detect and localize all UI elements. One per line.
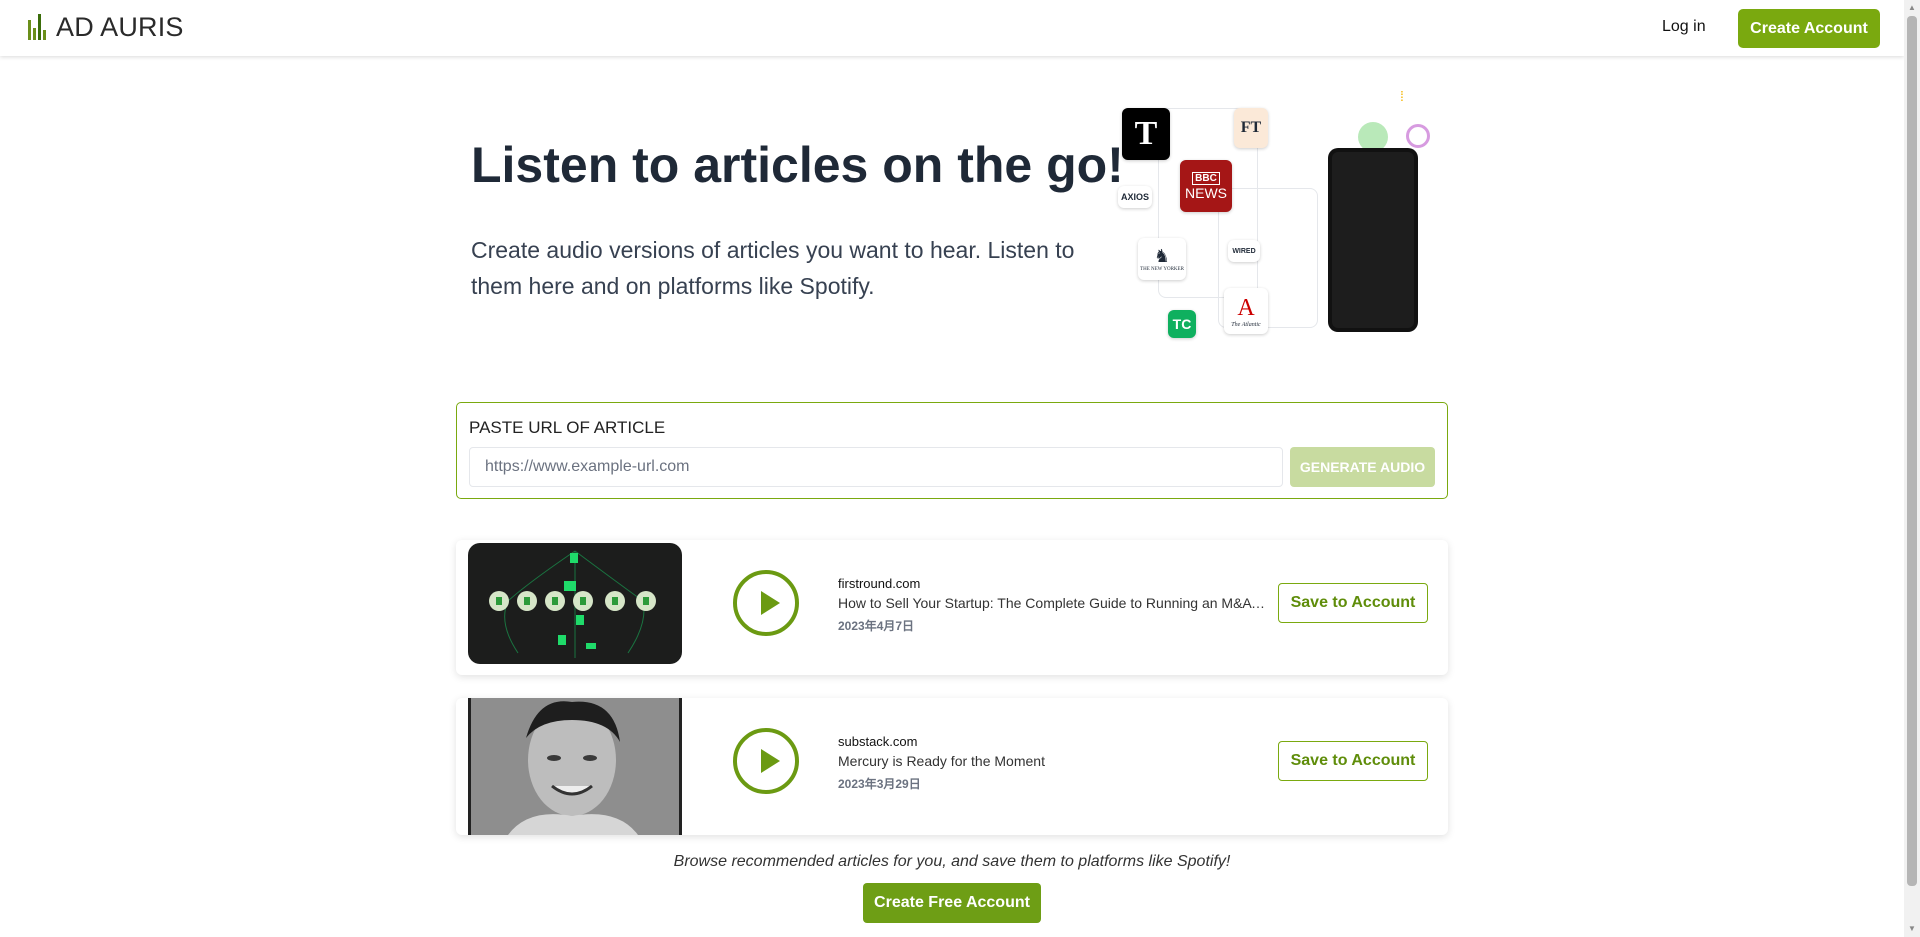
scroll-up-icon[interactable]: ▲	[1907, 3, 1917, 13]
create-free-account-button[interactable]: Create Free Account	[863, 883, 1041, 923]
hero-title: Listen to articles on the go!	[471, 137, 1124, 193]
url-label: PASTE URL OF ARTICLE	[469, 418, 666, 437]
scrollbar-thumb[interactable]	[1907, 16, 1917, 886]
brand-logo[interactable]: AD AURIS	[28, 12, 184, 42]
browse-text: Browse recommended articles for you, and…	[673, 853, 1231, 870]
article-card: substack.com Mercury is Ready for the Mo…	[456, 698, 1448, 835]
url-form: PASTE URL OF ARTICLE GENERATE AUDIO	[456, 402, 1448, 499]
publishers-illustration: T FT AXIOS BBC NEWS ♞ THE NEW YORKER WIRE…	[1118, 88, 1438, 358]
axios-logo-icon: AXIOS	[1118, 186, 1152, 208]
article-source: firstround.com	[838, 576, 921, 591]
atlantic-logo-icon: A The Atlantic	[1224, 288, 1268, 334]
nyt-logo-icon: T	[1122, 108, 1170, 160]
wired-logo-icon: WIRED	[1228, 240, 1260, 262]
url-input[interactable]	[469, 447, 1283, 487]
new-yorker-logo-icon: ♞ THE NEW YORKER	[1138, 238, 1186, 280]
brand-name: AD AURIS	[56, 11, 184, 42]
play-icon[interactable]	[733, 570, 799, 636]
save-to-account-button[interactable]: Save to Account	[1278, 583, 1428, 623]
bbc-news-logo-icon: BBC NEWS	[1180, 160, 1232, 212]
article-date: 2023年4月7日	[838, 619, 915, 633]
save-to-account-button[interactable]: Save to Account	[1278, 741, 1428, 781]
phone-mockup	[1328, 148, 1418, 332]
ft-logo-icon: FT	[1234, 108, 1268, 148]
create-account-button[interactable]: Create Account	[1738, 9, 1880, 48]
scroll-down-icon[interactable]: ▼	[1907, 924, 1917, 934]
google-podcasts-icon: ⁞	[1400, 88, 1404, 104]
article-thumbnail	[468, 543, 682, 664]
article-card: firstround.com How to Sell Your Startup:…	[456, 540, 1448, 675]
article-source: substack.com	[838, 734, 918, 749]
generate-audio-button[interactable]: GENERATE AUDIO	[1290, 447, 1435, 487]
hero-subtitle: Create audio versions of articles you wa…	[471, 237, 1075, 299]
techcrunch-logo-icon: TC	[1168, 310, 1196, 338]
article-thumbnail	[468, 698, 682, 835]
article-title[interactable]: How to Sell Your Startup: The Complete G…	[838, 595, 1268, 611]
login-link[interactable]: Log in	[1662, 18, 1706, 36]
article-date: 2023年3月29日	[838, 777, 921, 791]
top-nav: AD AURIS Log in Create Account	[0, 0, 1904, 56]
podcasts-icon	[1406, 124, 1430, 148]
article-title[interactable]: Mercury is Ready for the Moment	[838, 753, 1268, 769]
play-icon[interactable]	[733, 728, 799, 794]
audio-bars-icon	[28, 14, 46, 40]
